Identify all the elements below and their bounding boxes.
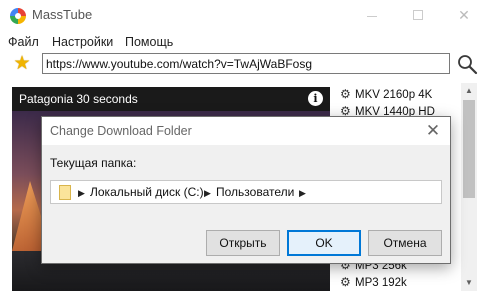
- format-label: MP3 192k: [355, 277, 407, 289]
- gear-icon: ⚙: [340, 87, 351, 101]
- breadcrumb-arrow-icon[interactable]: ▶: [299, 186, 306, 200]
- menu-settings[interactable]: Настройки: [52, 35, 113, 49]
- format-item[interactable]: ⚙ MKV 2160p 4K: [340, 87, 432, 103]
- dialog-title: Change Download Folder: [50, 124, 192, 138]
- scroll-up-arrow-icon[interactable]: ▲: [461, 83, 477, 99]
- menu-file[interactable]: Файл: [8, 35, 39, 49]
- url-input[interactable]: [42, 53, 450, 74]
- video-title: Patagonia 30 seconds: [19, 92, 138, 106]
- breadcrumb-item-drive[interactable]: Локальный диск (C:): [90, 185, 204, 199]
- current-folder-label: Текущая папка:: [50, 156, 137, 170]
- close-button[interactable]: ✕: [441, 0, 487, 31]
- dialog-footer: Открыть OK Отмена: [42, 223, 450, 263]
- menu-help[interactable]: Помощь: [125, 35, 173, 49]
- video-title-bar: Patagonia 30 seconds i: [12, 87, 330, 111]
- dialog-close-icon[interactable]: ✕: [420, 119, 446, 143]
- folder-icon: [59, 185, 71, 200]
- dialog-body: Текущая папка: ▶ Локальный диск (C:) ▶ П…: [42, 145, 450, 223]
- minimize-icon: [367, 15, 377, 17]
- breadcrumb-item-users[interactable]: Пользователи: [216, 185, 294, 199]
- maximize-button[interactable]: [395, 0, 441, 31]
- favorite-star-icon[interactable]: ★: [11, 53, 33, 75]
- cancel-button[interactable]: Отмена: [368, 230, 442, 256]
- format-item[interactable]: ⚙ MP3 192k: [340, 275, 407, 291]
- info-icon[interactable]: i: [308, 91, 323, 106]
- search-button[interactable]: [456, 53, 480, 75]
- minimize-button[interactable]: [349, 0, 395, 31]
- folder-path-breadcrumb[interactable]: ▶ Локальный диск (C:) ▶ Пользователи ▶: [50, 180, 442, 204]
- format-label: MKV 2160p 4K: [355, 89, 433, 101]
- ok-button[interactable]: OK: [287, 230, 361, 256]
- maximize-icon: [413, 10, 423, 20]
- gear-icon: ⚙: [340, 275, 351, 289]
- title-bar: MassTube ✕: [0, 0, 487, 31]
- breadcrumb-arrow-icon[interactable]: ▶: [204, 186, 211, 200]
- menu-bar: Файл Настройки Помощь: [0, 33, 487, 51]
- search-icon: [458, 55, 478, 75]
- dialog-title-bar: Change Download Folder ✕: [42, 117, 450, 145]
- format-list-scrollbar[interactable]: ▲ ▼: [461, 83, 477, 291]
- breadcrumb-arrow-icon[interactable]: ▶: [78, 186, 85, 200]
- scroll-down-arrow-icon[interactable]: ▼: [461, 275, 477, 291]
- change-folder-dialog: Change Download Folder ✕ Текущая папка: …: [41, 116, 451, 264]
- toolbar: ★: [0, 51, 487, 76]
- close-icon: ✕: [458, 7, 470, 23]
- open-button[interactable]: Открыть: [206, 230, 280, 256]
- masstube-logo-icon: [10, 8, 26, 24]
- window-title: MassTube: [32, 7, 93, 22]
- scroll-thumb[interactable]: [463, 100, 475, 198]
